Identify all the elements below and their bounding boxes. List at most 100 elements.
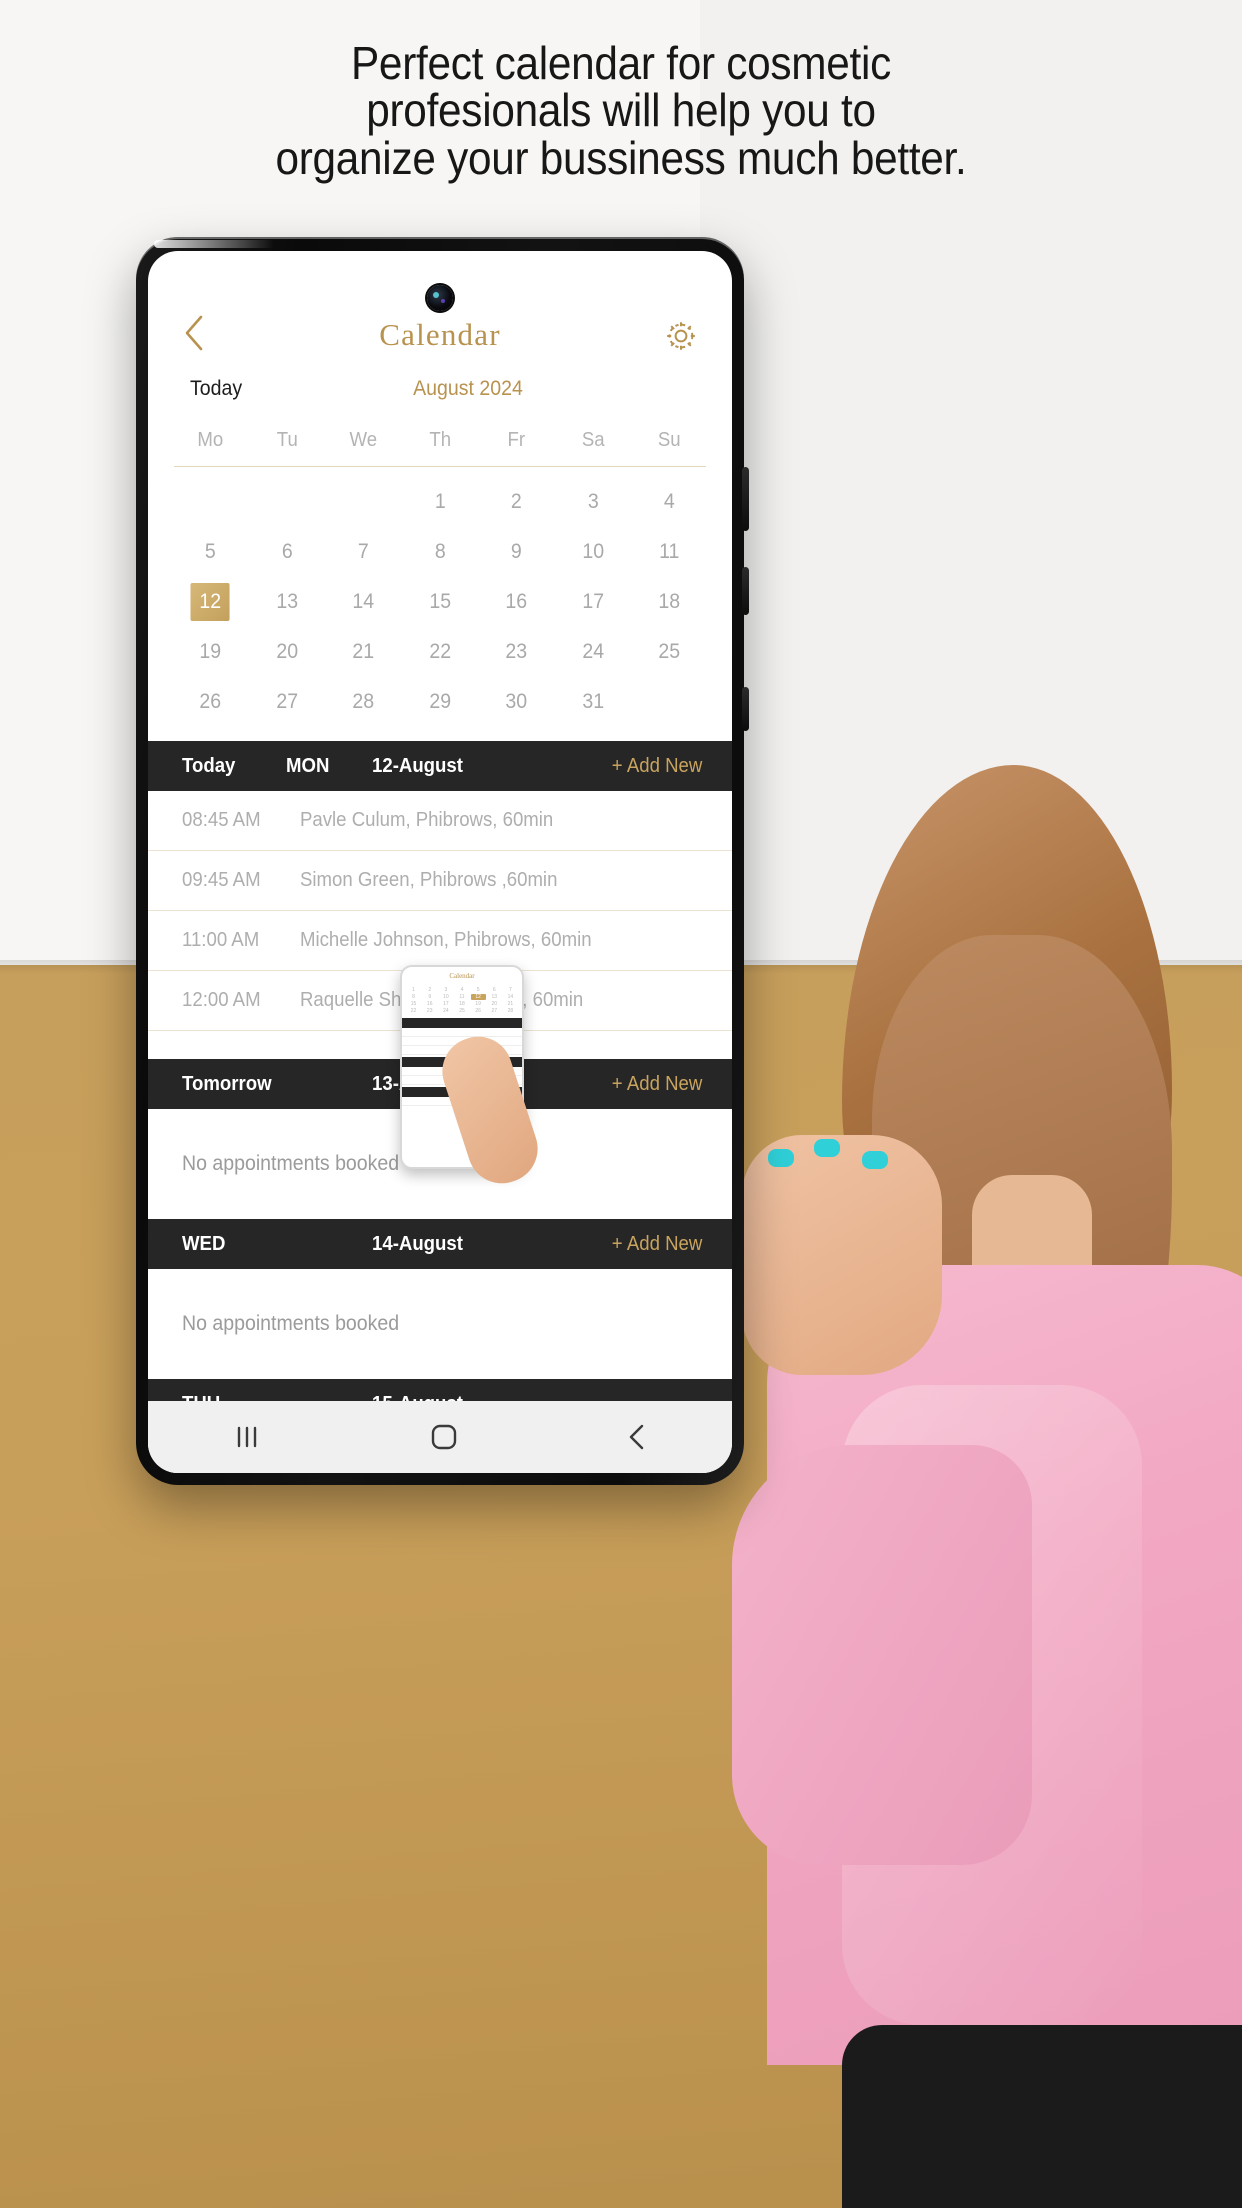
calendar-day[interactable]: 10 — [558, 527, 629, 577]
fingernail — [814, 1139, 840, 1157]
calendar-day[interactable]: 7 — [328, 527, 399, 577]
calendar-day[interactable]: 20 — [251, 627, 322, 677]
calendar-day-label: 4 — [664, 490, 676, 513]
held-phone-day: 27 — [491, 1008, 498, 1014]
calendar-day[interactable]: 4 — [634, 477, 705, 527]
calendar-day[interactable]: 18 — [634, 577, 705, 627]
appointment-row[interactable]: 08:45 AM Pavle Culum, Phibrows, 60min — [148, 791, 732, 851]
calendar-day[interactable]: 2 — [481, 477, 552, 527]
home-icon — [431, 1424, 457, 1450]
calendar-day[interactable]: 9 — [481, 527, 552, 577]
calendar-day[interactable]: 5 — [175, 527, 246, 577]
headline-line-1: Perfect calendar for cosmetic — [350, 37, 892, 89]
agenda-empty-label: No appointments booked — [182, 1312, 400, 1335]
held-phone-day: 20 — [491, 1001, 498, 1007]
calendar-day-label — [650, 683, 689, 721]
held-phone-day: 4 — [460, 987, 464, 993]
month-navigation-row: Today August 2024 — [148, 363, 732, 411]
phone-screen: Calendar Today August 2024 Mo Tu We Th F… — [148, 251, 732, 1473]
calendar-day-label — [191, 483, 230, 521]
held-phone-day: 16 — [426, 1001, 433, 1007]
agenda-date-label: 14-August — [372, 1232, 463, 1255]
held-phone-day: 12 — [470, 994, 486, 1000]
add-new-button[interactable]: + Add New — [612, 755, 702, 778]
calendar-day[interactable]: 11 — [634, 527, 705, 577]
calendar-day[interactable]: 17 — [558, 577, 629, 627]
calendar-day[interactable]: 12 — [175, 577, 246, 627]
calendar-day[interactable]: 14 — [328, 577, 399, 627]
chevron-left-icon — [185, 315, 203, 351]
calendar-day[interactable]: 24 — [558, 627, 629, 677]
calendar-day-label: 17 — [582, 590, 604, 613]
calendar-day-label: 10 — [582, 540, 604, 563]
today-button[interactable]: Today — [190, 377, 242, 401]
held-phone-day: 13 — [491, 994, 498, 1000]
calendar-day[interactable]: 22 — [404, 627, 475, 677]
appointment-row[interactable]: 09:45 AM Simon Green, Phibrows ,60min — [148, 851, 732, 911]
recents-button[interactable] — [230, 1424, 264, 1450]
held-phone-day: 18 — [459, 1001, 465, 1007]
calendar-day-label — [267, 483, 306, 521]
calendar-week-row: 19 20 21 22 23 24 25 — [172, 627, 708, 677]
calendar-day[interactable]: 28 — [328, 677, 399, 727]
calendar-day[interactable]: 21 — [328, 627, 399, 677]
held-phone-day: 9 — [428, 994, 432, 1000]
held-phone-row — [402, 1028, 522, 1037]
held-phone-calendar: 1 2 3 4 5 6 7 8 9 10 11 12 13 14 15 16 17 18 19 20 21 22 23 24 2… — [402, 985, 522, 1016]
calendar-day-label: 6 — [281, 540, 293, 563]
current-month-label[interactable]: August 2024 — [262, 377, 675, 401]
calendar-day[interactable]: 6 — [251, 527, 322, 577]
back-button[interactable] — [182, 313, 222, 353]
calendar-day-label: 5 — [204, 540, 216, 563]
calendar-day[interactable]: 30 — [481, 677, 552, 727]
calendar-day[interactable]: 3 — [558, 477, 629, 527]
calendar-day[interactable]: 23 — [481, 627, 552, 677]
phone-volume-down-button[interactable] — [742, 567, 749, 615]
appointment-time: 08:45 AM — [182, 809, 261, 831]
calendar-day[interactable]: 27 — [251, 677, 322, 727]
arm — [732, 1445, 1032, 1865]
calendar-day-label — [344, 483, 383, 521]
held-phone-day: 23 — [426, 1008, 433, 1014]
calendar-weeks: 1 2 3 4 5 6 7 8 9 10 11 12 13 14 15 16 17 18 19 20 21 22 23 24 2… — [172, 477, 708, 727]
phone-volume-up-button[interactable] — [742, 467, 749, 531]
held-phone-day: 2 — [428, 987, 432, 993]
held-phone-day: 1 — [412, 987, 415, 993]
add-new-button[interactable]: + Add New — [612, 1233, 702, 1256]
calendar-day[interactable]: 25 — [634, 627, 705, 677]
appointment-row[interactable]: 11:00 AM Michelle Johnson, Phibrows, 60mi… — [148, 911, 732, 971]
calendar-week-row: 5 6 7 8 9 10 11 — [172, 527, 708, 577]
calendar-day[interactable]: 13 — [251, 577, 322, 627]
skirt — [842, 2025, 1242, 2208]
calendar-day-label: 22 — [429, 640, 451, 663]
calendar-grid: Mo Tu We Th Fr Sa Su 1 2 3 4 5 6 7 8 9 10 11 12 13 14… — [148, 411, 732, 727]
add-new-button[interactable]: + Add New — [612, 1073, 702, 1096]
weekday-header-row: Mo Tu We Th Fr Sa Su — [172, 421, 708, 466]
calendar-day[interactable]: 26 — [175, 677, 246, 727]
home-button[interactable] — [428, 1421, 460, 1453]
back-nav-button[interactable] — [624, 1422, 650, 1452]
calendar-day-label: 8 — [434, 540, 446, 563]
phone-power-button[interactable] — [742, 687, 749, 731]
calendar-day[interactable]: 16 — [481, 577, 552, 627]
calendar-day-empty — [328, 477, 399, 527]
calendar-day-label: 13 — [275, 590, 298, 613]
page-title: Calendar — [379, 317, 501, 352]
calendar-day-label: 30 — [505, 690, 528, 713]
calendar-day[interactable]: 15 — [404, 577, 475, 627]
calendar-day[interactable]: 19 — [175, 627, 246, 677]
calendar-day[interactable]: 31 — [558, 677, 629, 727]
calendar-day-label: 23 — [505, 640, 528, 663]
calendar-day[interactable]: 29 — [404, 677, 475, 727]
held-phone-day: 15 — [410, 1001, 417, 1007]
held-phone-day: 21 — [507, 1001, 514, 1007]
held-phone-day: 19 — [475, 1001, 481, 1007]
weekday-label: Th — [429, 429, 451, 451]
app-header: Calendar — [148, 251, 732, 363]
calendar-day[interactable]: 1 — [404, 477, 475, 527]
settings-button[interactable] — [658, 319, 698, 353]
held-phone-section-bar — [402, 1018, 522, 1028]
calendar-day[interactable]: 8 — [404, 527, 475, 577]
headline-line-3: organize your bussiness much better. — [275, 131, 967, 184]
calendar-day-label: 9 — [511, 540, 522, 563]
